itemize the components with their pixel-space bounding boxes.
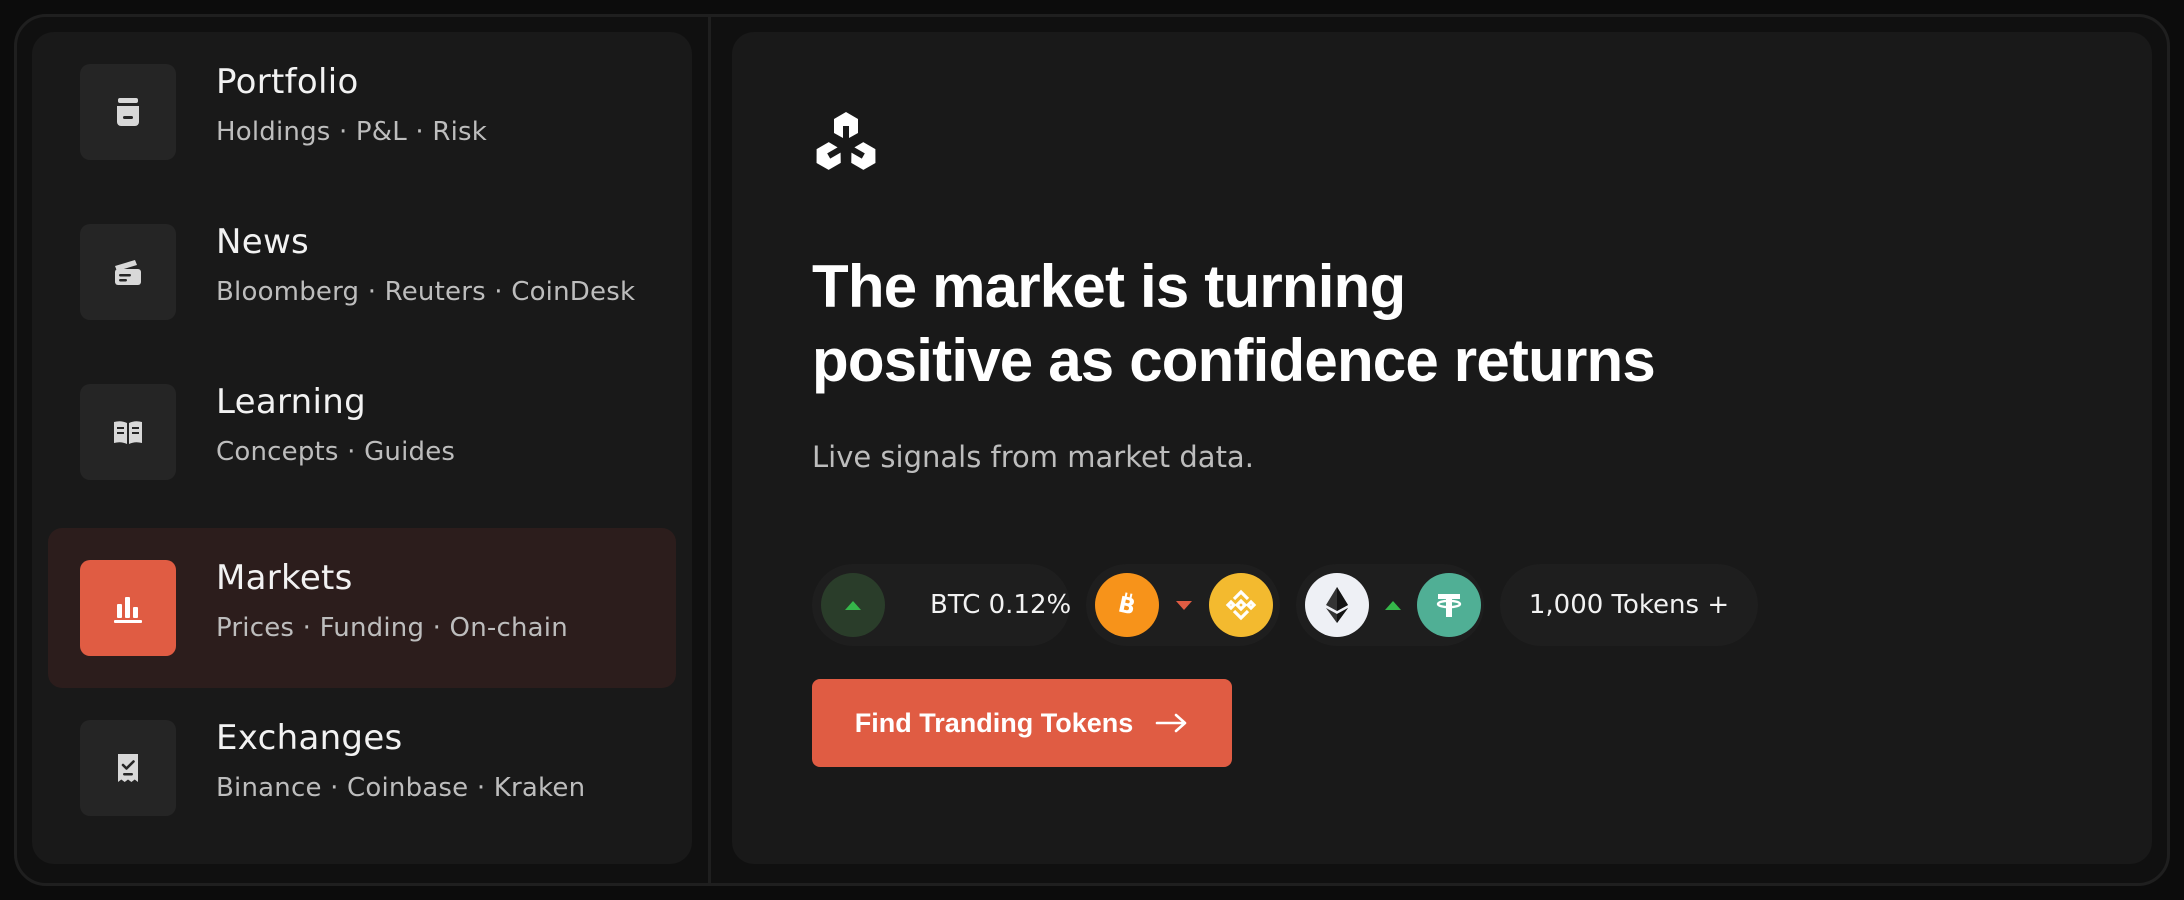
sidebar-item-subtitle: Holdings · P&L · Risk <box>216 117 488 147</box>
portfolio-jar-icon <box>80 64 176 160</box>
sidebar-item-title: News <box>216 222 310 262</box>
sidebar-item-news[interactable]: News Bloomberg · Reuters · CoinDesk <box>48 192 676 352</box>
cta-label: Find Tranding Tokens <box>854 707 1134 738</box>
sidebar-item-subtitle: Prices · Funding · On-chain <box>216 613 568 643</box>
btc-bnb-pair-pill[interactable]: B <box>1086 564 1280 646</box>
sidebar-item-title: Portfolio <box>216 62 359 102</box>
hero-headline: The market is turning positive as confid… <box>812 250 1812 398</box>
arrow-right-icon <box>1155 713 1187 733</box>
bitcoin-icon: B <box>1095 573 1159 637</box>
tokens-count-pill[interactable]: 1,000 Tokens + <box>1500 564 1758 646</box>
main-panel: The market is turning positive as confid… <box>732 32 2152 864</box>
up-arrow-icon <box>821 573 885 637</box>
bar-chart-icon <box>80 560 176 656</box>
sidebar: Portfolio Holdings · P&L · Risk News Blo… <box>32 32 692 864</box>
sidebar-item-subtitle: Binance · Coinbase · Kraken <box>216 773 586 803</box>
ethereum-icon <box>1305 573 1369 637</box>
sidebar-item-markets[interactable]: Markets Prices · Funding · On-chain <box>48 528 676 688</box>
down-arrow-icon <box>1159 600 1209 610</box>
news-icon <box>80 224 176 320</box>
sidebar-item-title: Markets <box>216 558 353 598</box>
sidebar-item-learning[interactable]: Learning Concepts · Guides <box>48 352 676 512</box>
sidebar-item-subtitle: Bloomberg · Reuters · CoinDesk <box>216 277 636 307</box>
tokens-count-label: 1,000 Tokens + <box>1528 590 1730 620</box>
hero-headline-line1: The market is turning <box>812 253 1406 320</box>
btc-change-pill[interactable]: BTC 0.12% <box>812 564 1072 646</box>
tether-icon <box>1417 573 1481 637</box>
sidebar-item-subtitle: Concepts · Guides <box>216 437 456 467</box>
sidebar-item-portfolio[interactable]: Portfolio Holdings · P&L · Risk <box>48 32 676 192</box>
open-book-icon <box>80 384 176 480</box>
receipt-check-icon <box>80 720 176 816</box>
hero-subline: Live signals from market data. <box>812 440 1254 474</box>
sidebar-item-exchanges[interactable]: Exchanges Binance · Coinbase · Kraken <box>48 688 676 848</box>
btc-change-label: BTC 0.12% <box>930 590 1072 620</box>
sidebar-item-title: Exchanges <box>216 718 403 758</box>
binance-coin-icon <box>1209 573 1273 637</box>
up-arrow-icon <box>1369 600 1417 610</box>
find-trending-tokens-button[interactable]: Find Tranding Tokens <box>812 679 1232 767</box>
sidebar-item-title: Learning <box>216 382 367 422</box>
trefoil-logo-icon <box>816 112 876 170</box>
hero-headline-line2: positive as confidence returns <box>812 327 1656 394</box>
eth-usdt-pair-pill[interactable] <box>1296 564 1484 646</box>
